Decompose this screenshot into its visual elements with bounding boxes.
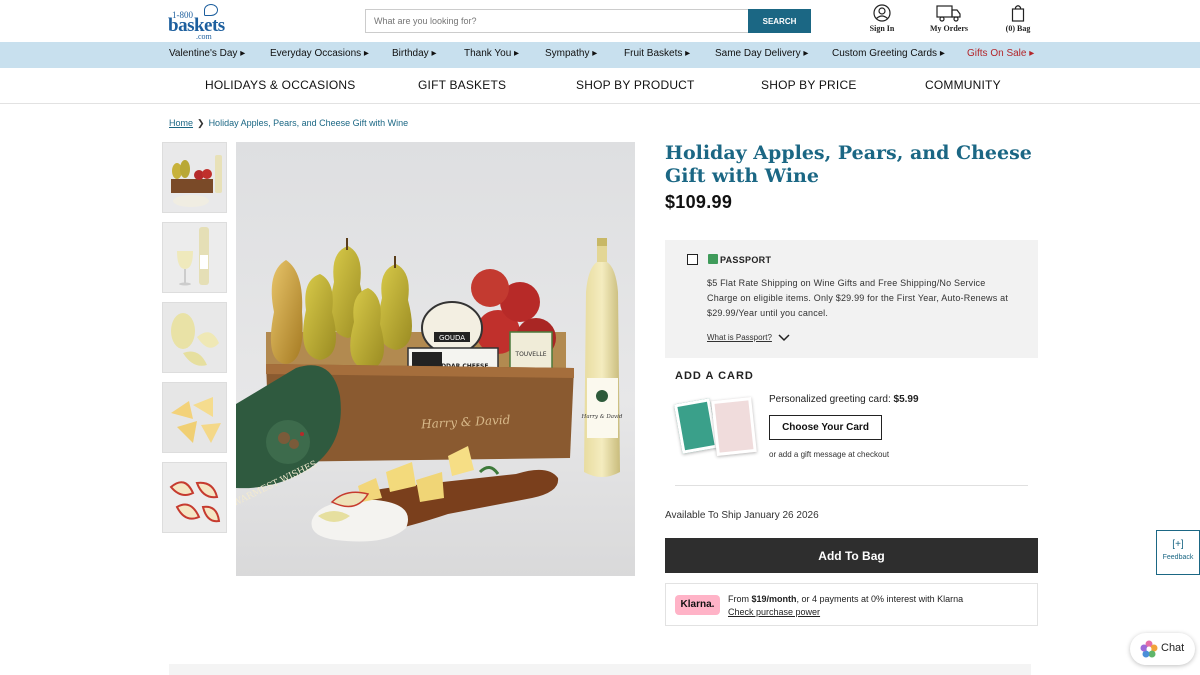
passport-description: $5 Flat Rate Shipping on Wine Gifts and … bbox=[707, 278, 1009, 318]
cat-same-day-delivery[interactable]: Same Day Delivery ▸ bbox=[715, 48, 808, 59]
klarna-text-suffix: , or 4 payments at 0% interest with Klar… bbox=[796, 594, 964, 604]
check-purchase-power-link[interactable]: Check purchase power bbox=[728, 607, 820, 617]
breadcrumb-current: Holiday Apples, Pears, and Cheese Gift w… bbox=[208, 118, 409, 128]
chat-button[interactable]: Chat bbox=[1130, 633, 1195, 665]
passport-logo: PASSPORT bbox=[708, 254, 771, 265]
my-orders-link[interactable]: My Orders bbox=[919, 4, 979, 33]
main-nav: HOLIDAYS & OCCASIONS GIFT BASKETS SHOP B… bbox=[0, 68, 1200, 104]
nav-shop-by-price[interactable]: SHOP BY PRICE bbox=[761, 78, 857, 92]
choose-your-card-button[interactable]: Choose Your Card bbox=[769, 415, 882, 440]
greeting-card-preview[interactable] bbox=[673, 395, 762, 463]
cat-fruit-baskets[interactable]: Fruit Baskets ▸ bbox=[624, 48, 690, 59]
sign-in-label: Sign In bbox=[869, 24, 895, 33]
gouda-label: GOUDA bbox=[439, 334, 465, 342]
what-is-passport-link[interactable]: What is Passport? bbox=[707, 333, 772, 342]
site-logo[interactable]: 1-800 baskets .com bbox=[168, 4, 230, 41]
nav-holidays-occasions[interactable]: HOLIDAYS & OCCASIONS bbox=[205, 78, 355, 92]
cat-valentines-day[interactable]: Valentine's Day ▸ bbox=[169, 48, 245, 59]
wine-brand-label: Harry & David bbox=[581, 414, 623, 420]
touvelle-label: TOUVELLE bbox=[514, 351, 546, 358]
chat-label: Chat bbox=[1161, 642, 1185, 654]
bag-link[interactable]: (0) Bag bbox=[988, 4, 1048, 33]
thumbnail-4[interactable] bbox=[162, 382, 227, 453]
feedback-icon: [+] bbox=[1172, 539, 1184, 550]
user-icon bbox=[873, 4, 891, 22]
cat-gifts-on-sale[interactable]: Gifts On Sale ▸ bbox=[967, 48, 1034, 59]
search-button[interactable]: SEARCH bbox=[748, 9, 811, 33]
sign-in-link[interactable]: Sign In bbox=[852, 4, 912, 33]
product-title: Holiday Apples, Pears, and Cheese Gift w… bbox=[665, 142, 1032, 187]
bag-icon bbox=[1011, 5, 1025, 22]
klarna-text: From $19/month, or 4 payments at 0% inte… bbox=[728, 593, 963, 619]
add-card-heading: ADD A CARD bbox=[675, 370, 754, 382]
feedback-label: Feedback bbox=[1162, 554, 1194, 561]
nav-shop-by-product[interactable]: SHOP BY PRODUCT bbox=[576, 78, 695, 92]
klarna-amount: $19/month bbox=[751, 594, 797, 604]
breadcrumb-separator: ❯ bbox=[197, 118, 205, 128]
nav-community[interactable]: COMMUNITY bbox=[925, 78, 1001, 92]
passport-icon bbox=[708, 254, 718, 264]
cat-custom-greeting-cards[interactable]: Custom Greeting Cards ▸ bbox=[832, 48, 945, 59]
cat-thank-you[interactable]: Thank You ▸ bbox=[464, 48, 519, 59]
chat-flower-icon bbox=[1140, 640, 1158, 658]
cat-everyday-occasions[interactable]: Everyday Occasions ▸ bbox=[270, 48, 369, 59]
add-to-bag-button[interactable]: Add To Bag bbox=[665, 538, 1038, 573]
feedback-button[interactable]: [+] Feedback bbox=[1156, 530, 1200, 575]
product-price: $109.99 bbox=[665, 192, 733, 212]
greeting-card-image-2 bbox=[711, 397, 757, 456]
bottom-section-strip bbox=[169, 664, 1031, 675]
search-input[interactable] bbox=[366, 10, 749, 32]
category-nav: Valentine's Day ▸ Everyday Occasions ▸ B… bbox=[0, 42, 1200, 68]
cat-birthday[interactable]: Birthday ▸ bbox=[392, 48, 436, 59]
thumbnail-5[interactable] bbox=[162, 462, 227, 533]
truck-icon bbox=[936, 5, 961, 22]
product-main-image[interactable]: GOUDA CHEDDAR CHEESE TOUVELLE Harry & Da… bbox=[236, 142, 635, 576]
search-bar: SEARCH bbox=[365, 9, 811, 33]
nav-gift-baskets[interactable]: GIFT BASKETS bbox=[418, 78, 506, 92]
greeting-card-description: Personalized greeting card: $5.99 bbox=[769, 394, 919, 405]
thumbnail-1[interactable] bbox=[162, 142, 227, 213]
passport-panel: PASSPORT $5 Flat Rate Shipping on Wine G… bbox=[665, 240, 1038, 358]
my-orders-label: My Orders bbox=[930, 24, 968, 33]
passport-name: PASSPORT bbox=[720, 255, 772, 265]
breadcrumb: Home ❯ Holiday Apples, Pears, and Cheese G… bbox=[169, 118, 408, 129]
klarna-logo: Klarna. bbox=[675, 595, 720, 615]
greeting-card-price: $5.99 bbox=[893, 394, 919, 405]
chevron-down-icon[interactable] bbox=[778, 334, 790, 342]
thumbnail-3[interactable] bbox=[162, 302, 227, 373]
header: 1-800 baskets .com SEARCH Sign In My Ord… bbox=[0, 0, 1200, 42]
bag-label: (0) Bag bbox=[1005, 24, 1031, 33]
logo-domain: .com bbox=[196, 32, 212, 41]
passport-checkbox[interactable] bbox=[687, 254, 698, 265]
greeting-card-label: Personalized greeting card: bbox=[769, 394, 891, 405]
klarna-text-prefix: From bbox=[728, 594, 752, 604]
breadcrumb-home[interactable]: Home bbox=[169, 118, 193, 128]
gift-message-note: or add a gift message at checkout bbox=[769, 450, 890, 459]
divider bbox=[675, 485, 1028, 486]
cat-sympathy[interactable]: Sympathy ▸ bbox=[545, 48, 597, 59]
availability-text: Available To Ship January 26 2026 bbox=[665, 510, 819, 521]
klarna-banner: Klarna. From $19/month, or 4 payments at… bbox=[665, 583, 1038, 626]
thumbnail-2[interactable] bbox=[162, 222, 227, 293]
